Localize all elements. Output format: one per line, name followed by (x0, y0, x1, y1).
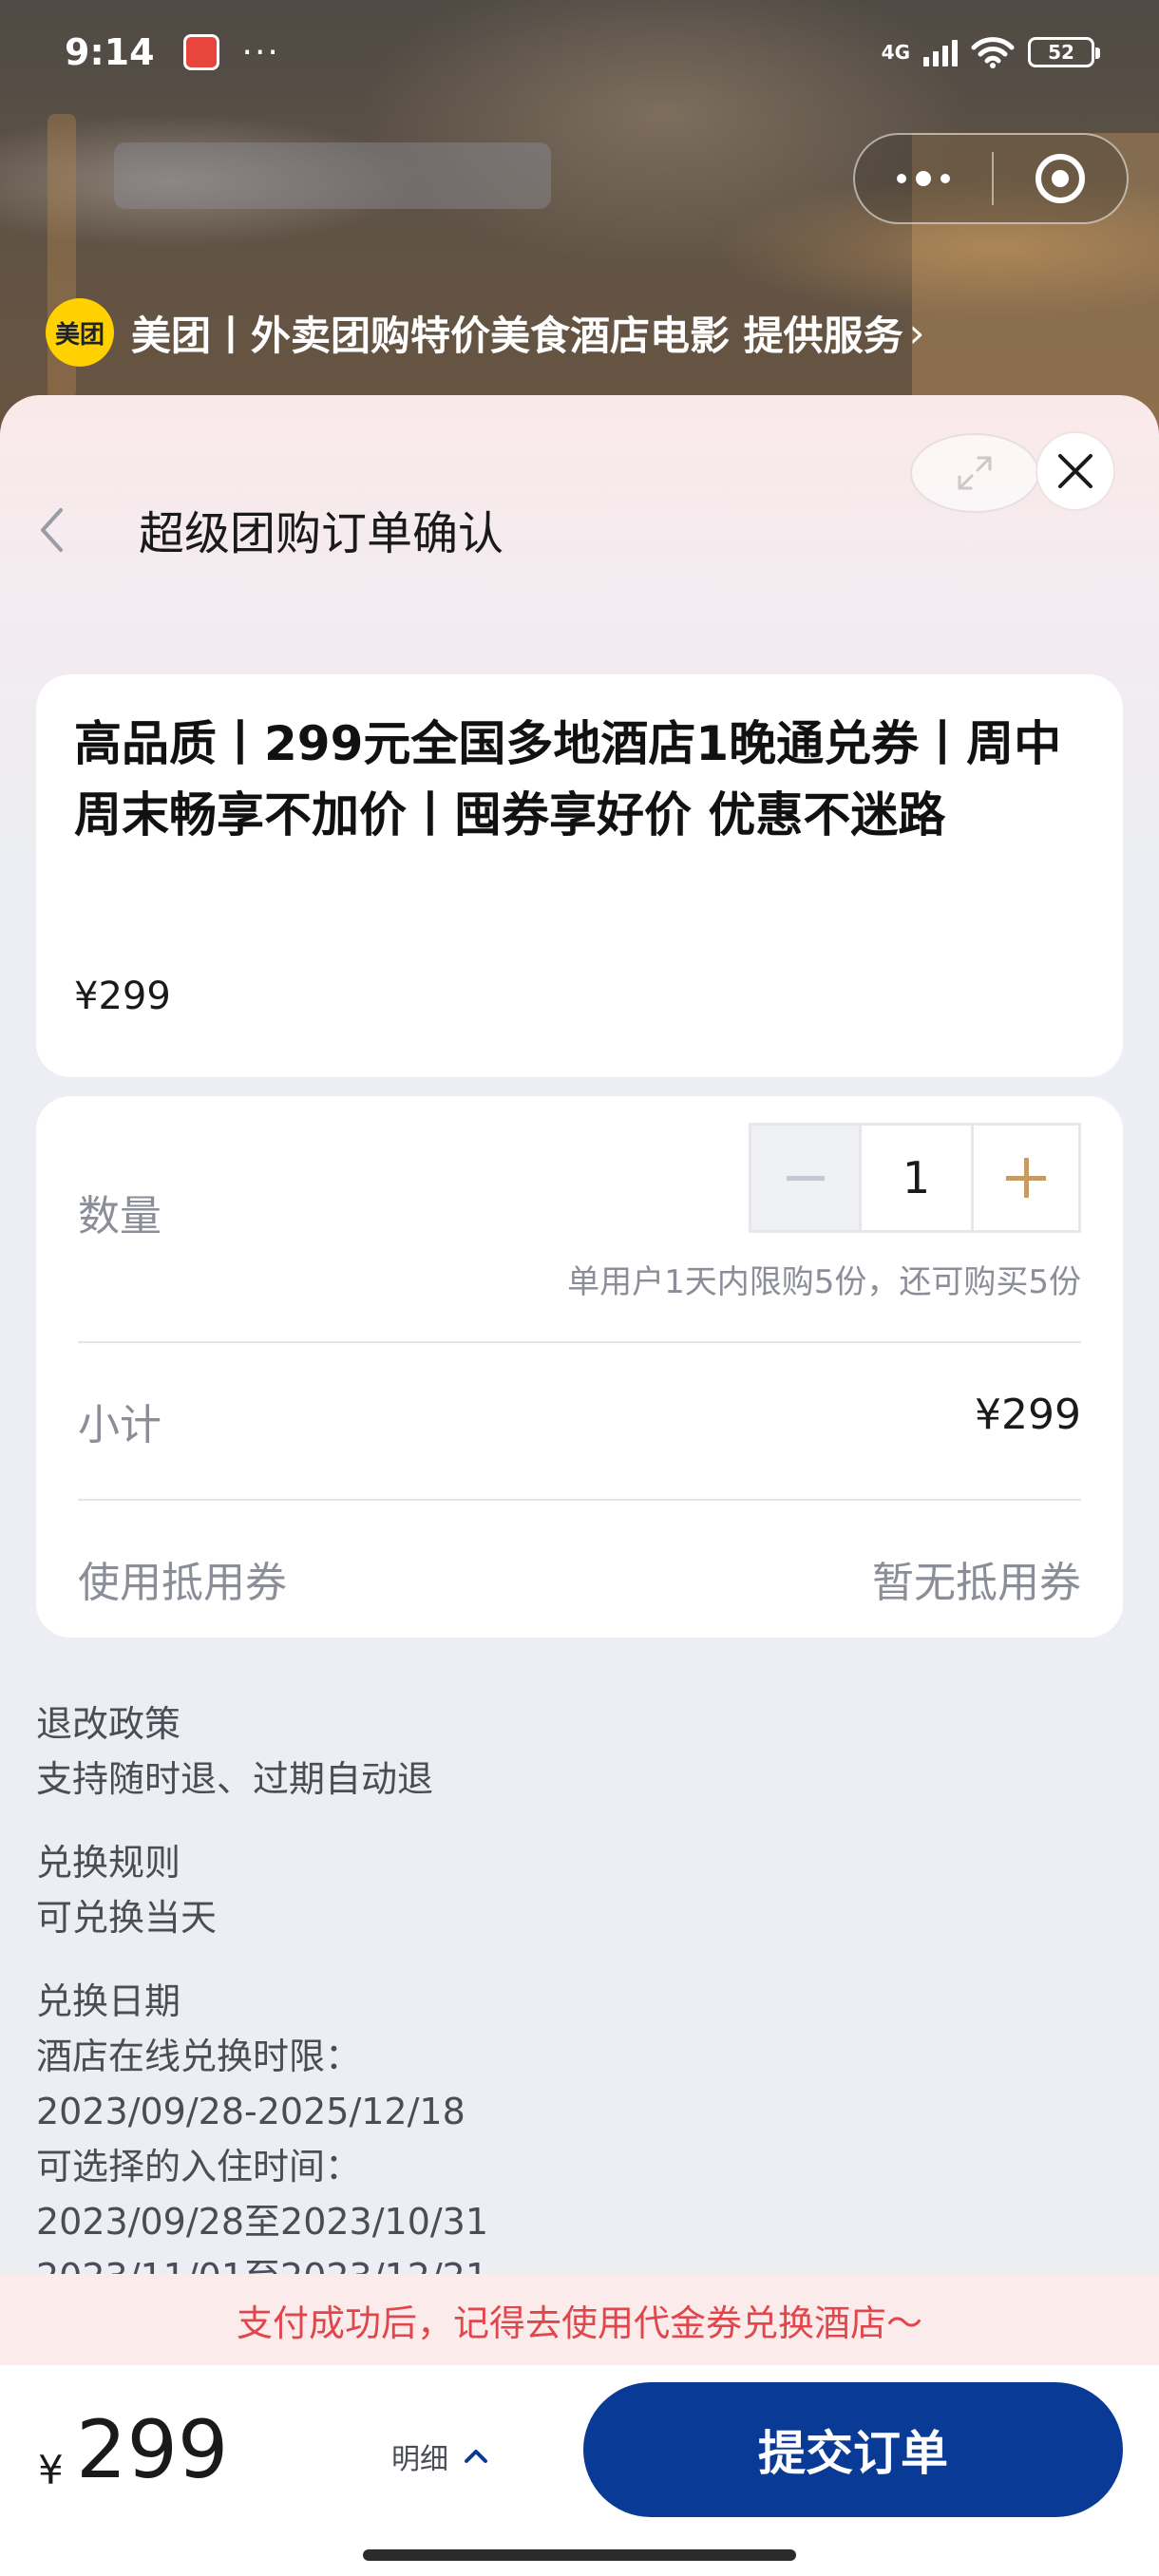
close-button[interactable] (1036, 431, 1115, 511)
policy-text: 2023/09/28至2023/10/31 (36, 2201, 489, 2243)
total-currency: ¥ (38, 2447, 64, 2493)
subtotal-label: 小计 (78, 1401, 162, 1449)
increase-button[interactable] (974, 1126, 1078, 1230)
chevron-right-icon: › (908, 309, 925, 356)
divider (78, 1341, 1081, 1343)
price-breakdown-toggle[interactable]: 明细 (391, 2435, 488, 2477)
redeem-rule: 兑换规则 可兑换当天 (36, 1835, 1100, 1945)
banner-text: 支付成功后，记得去使用代金券兑换酒店～ (236, 2301, 922, 2344)
policy-text: 2023/09/28-2025/12/18 (36, 2091, 466, 2132)
page-title: 超级团购订单确认 (139, 507, 504, 560)
target-icon (1036, 154, 1085, 203)
wifi-icon (971, 36, 1015, 68)
policy-text: 可选择的入住时间： (36, 2146, 362, 2188)
status-bar: 9:14 ··· 4G 52 (0, 0, 1159, 104)
service-provider-link[interactable]: 美团 美团丨外卖团购特价美食酒店电影 提供服务 › (46, 296, 924, 369)
quantity-input[interactable]: 1 (862, 1126, 974, 1230)
order-confirm-sheet: 超级团购订单确认 高品质丨299元全国多地酒店1晚通兑券丨周中周末畅享不加价丨囤… (0, 395, 1159, 2576)
policy-text: 支持随时退、过期自动退 (36, 1758, 434, 1800)
order-detail-card: 数量 1 单用户1天内限购5份，还可购买5份 小计 ¥299 使用抵用券 暂无抵… (36, 1096, 1123, 1638)
provider-text: 美团丨外卖团购特价美食酒店电影 提供服务 (131, 312, 903, 359)
quantity-stepper: 1 (749, 1123, 1081, 1233)
submit-order-button[interactable]: 提交订单 (583, 2382, 1123, 2517)
policy-text: 酒店在线兑换时限： (36, 2036, 362, 2077)
app-notification-icon (182, 34, 219, 70)
signal-icon (923, 38, 958, 66)
checkout-bar: ¥ 299 明细 提交订单 (0, 2365, 1159, 2576)
payment-tip-banner: 支付成功后，记得去使用代金券兑换酒店～ (0, 2274, 1159, 2365)
more-menu-button[interactable] (855, 135, 992, 222)
status-more-indicator: ··· (241, 32, 280, 72)
dot-icon (940, 174, 950, 183)
status-indicators: 4G 52 (881, 36, 1100, 68)
network-type: 4G (881, 41, 910, 64)
dot-icon (916, 171, 931, 186)
close-icon (1058, 454, 1092, 488)
battery-level: 52 (1048, 41, 1074, 64)
meituan-logo: 美团 (46, 298, 114, 367)
battery-icon: 52 (1028, 37, 1100, 67)
dot-icon (897, 174, 906, 183)
miniprogram-capsule (853, 133, 1129, 224)
product-title: 高品质丨299元全国多地酒店1晚通兑券丨周中周末畅享不加价丨囤券享好价 优惠不迷… (74, 716, 1062, 843)
exit-miniprogram-button[interactable] (994, 135, 1127, 222)
total-amount: 299 (76, 2403, 229, 2496)
product-price: ¥299 (74, 975, 171, 1018)
policy-section: 退改政策 支持随时退、过期自动退 兑换规则 可兑换当天 兑换日期 酒店在线兑换时… (36, 1696, 1100, 2333)
policy-heading: 兑换规则 (36, 1842, 181, 1884)
status-time: 9:14 (65, 31, 155, 73)
redeem-dates: 兑换日期 酒店在线兑换时限： 2023/09/28-2025/12/18 可选择… (36, 1974, 1100, 2304)
divider (78, 1499, 1081, 1501)
subtotal-value: ¥299 (975, 1391, 1081, 1439)
minus-icon (786, 1175, 825, 1181)
sheet-header: 超级团购订单确认 (0, 395, 1159, 642)
back-button[interactable] (32, 502, 70, 559)
quantity-label: 数量 (78, 1192, 162, 1241)
background-decoration (114, 142, 551, 209)
breakdown-label: 明细 (391, 2443, 448, 2476)
chevron-left-icon (41, 508, 63, 552)
purchase-limit-note: 单用户1天内限购5份，还可购买5份 (567, 1263, 1081, 1301)
policy-heading: 退改政策 (36, 1703, 181, 1745)
expand-button[interactable] (910, 433, 1039, 513)
coupon-selector[interactable]: 暂无抵用券 (872, 1548, 1081, 1609)
expand-icon (958, 456, 992, 490)
chevron-up-icon (465, 2450, 487, 2463)
policy-text: 可兑换当天 (36, 1897, 218, 1939)
home-indicator[interactable] (363, 2549, 796, 2561)
refund-policy: 退改政策 支持随时退、过期自动退 (36, 1696, 1100, 1807)
decrease-button[interactable] (751, 1126, 862, 1230)
coupon-label: 使用抵用券 (78, 1559, 287, 1607)
product-card: 高品质丨299元全国多地酒店1晚通兑券丨周中周末畅享不加价丨囤券享好价 优惠不迷… (36, 674, 1123, 1077)
policy-heading: 兑换日期 (36, 1980, 181, 2022)
